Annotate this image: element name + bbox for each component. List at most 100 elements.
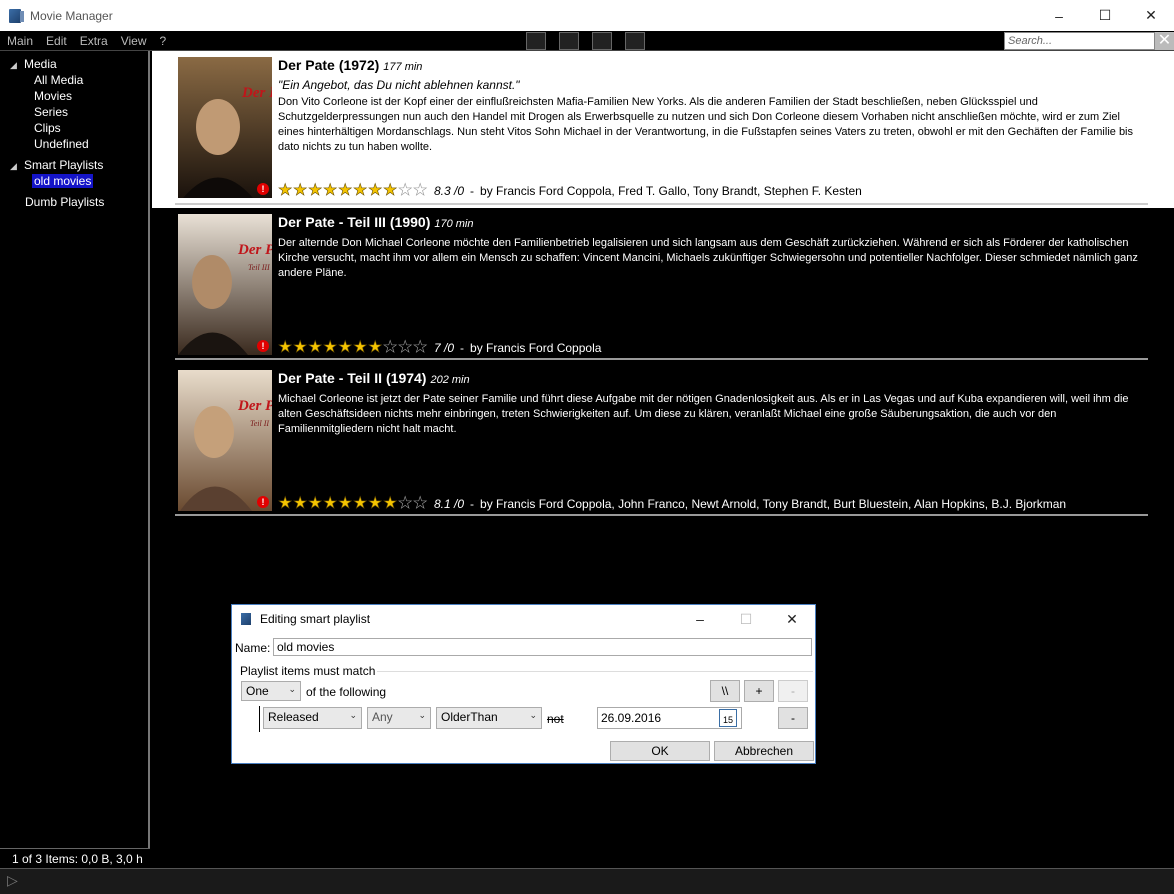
menu-help[interactable]: ? bbox=[153, 34, 173, 48]
tree-item-all-media[interactable]: All Media bbox=[34, 73, 83, 87]
remove-group-button: - bbox=[778, 680, 808, 702]
rating-stars[interactable]: ★ ★ ★ ★ ★ ★ ★ ★ ★ ★ bbox=[278, 339, 428, 356]
clear-search-icon[interactable]: ✕ bbox=[1155, 32, 1174, 50]
detail-view-icon[interactable] bbox=[592, 32, 612, 50]
star-filled-icon[interactable]: ★ bbox=[293, 495, 308, 512]
book-view-icon[interactable] bbox=[625, 32, 645, 50]
star-filled-icon[interactable]: ★ bbox=[353, 339, 368, 356]
dialog-close-button[interactable]: ✕ bbox=[769, 605, 815, 633]
not-checkbox-label[interactable]: not bbox=[547, 712, 564, 726]
grid-view-icon[interactable] bbox=[559, 32, 579, 50]
tree-item-clips[interactable]: Clips bbox=[34, 121, 61, 135]
maximize-button[interactable]: ☐ bbox=[1082, 0, 1128, 31]
star-filled-icon[interactable]: ★ bbox=[323, 182, 338, 199]
warning-badge-icon: ! bbox=[257, 496, 269, 508]
star-filled-icon[interactable]: ★ bbox=[383, 495, 398, 512]
poster-subtitle: Teil III bbox=[248, 263, 270, 272]
star-empty-icon[interactable]: ★ bbox=[398, 339, 413, 356]
play-icon[interactable]: ▷ bbox=[7, 872, 18, 889]
movie-credits: by Francis Ford Coppola, John Franco, Ne… bbox=[480, 497, 1067, 511]
menu-view[interactable]: View bbox=[114, 34, 153, 48]
name-field[interactable]: old movies bbox=[273, 638, 812, 656]
group-button[interactable]: \\ bbox=[710, 680, 740, 702]
menu-main[interactable]: Main bbox=[0, 34, 39, 48]
tree-media[interactable]: ◢ Media bbox=[10, 57, 57, 71]
group-label: Playlist items must match bbox=[240, 664, 376, 678]
star-filled-icon[interactable]: ★ bbox=[308, 339, 323, 356]
tree-item-undefined[interactable]: Undefined bbox=[34, 137, 89, 151]
movie-credits: by Francis Ford Coppola bbox=[470, 341, 602, 355]
star-filled-icon[interactable]: ★ bbox=[353, 182, 368, 199]
movie-description: Michael Corleone ist jetzt der Pate sein… bbox=[278, 393, 1129, 435]
group-line bbox=[377, 671, 813, 672]
chevron-down-icon: ⌄ bbox=[349, 710, 357, 720]
close-button[interactable]: ✕ bbox=[1128, 0, 1174, 31]
star-filled-icon[interactable]: ★ bbox=[338, 182, 353, 199]
remove-condition-button[interactable]: - bbox=[778, 707, 808, 729]
rating-stars[interactable]: ★ ★ ★ ★ ★ ★ ★ ★ ★ ★ bbox=[278, 182, 428, 199]
dialog-minimize-button[interactable]: – bbox=[677, 605, 723, 633]
chevron-down-icon: ⌄ bbox=[418, 710, 426, 720]
star-filled-icon[interactable]: ★ bbox=[353, 495, 368, 512]
star-filled-icon[interactable]: ★ bbox=[278, 339, 293, 356]
field-select[interactable]: Released ⌄ bbox=[263, 707, 362, 729]
star-filled-icon[interactable]: ★ bbox=[338, 339, 353, 356]
movie-poster: Der Pate ! bbox=[178, 57, 272, 198]
movie-item[interactable]: Der Pate ! Der Pate(1972)177 min "Ein An… bbox=[152, 51, 1174, 208]
tree-item-movies[interactable]: Movies bbox=[34, 89, 72, 103]
match-mode-select[interactable]: One ⌄ bbox=[241, 681, 301, 701]
menu-edit[interactable]: Edit bbox=[39, 34, 73, 48]
star-filled-icon[interactable]: ★ bbox=[323, 339, 338, 356]
rating-value: 8.3 /0 bbox=[434, 184, 465, 198]
calendar-icon[interactable]: 15 bbox=[719, 709, 737, 727]
star-filled-icon[interactable]: ★ bbox=[278, 495, 293, 512]
movie-tagline: "Ein Angebot, das Du nicht ablehnen kann… bbox=[278, 78, 520, 92]
cancel-button[interactable]: Abbrechen bbox=[714, 741, 814, 761]
star-empty-icon[interactable]: ★ bbox=[398, 495, 413, 512]
operator-select[interactable]: OlderThan ⌄ bbox=[436, 707, 542, 729]
star-filled-icon[interactable]: ★ bbox=[278, 182, 293, 199]
list-view-icon[interactable] bbox=[526, 32, 546, 50]
star-filled-icon[interactable]: ★ bbox=[293, 339, 308, 356]
expand-triangle-icon[interactable]: ◢ bbox=[10, 60, 24, 71]
star-filled-icon[interactable]: ★ bbox=[293, 182, 308, 199]
star-empty-icon[interactable]: ★ bbox=[413, 495, 428, 512]
movie-title: Der Pate - Teil II bbox=[278, 370, 382, 386]
tree-item-old-movies[interactable]: old movies bbox=[32, 174, 94, 188]
search-input[interactable]: Search... bbox=[1004, 32, 1155, 50]
movie-item[interactable]: Der Pate Teil III ! Der Pate - Teil III(… bbox=[152, 208, 1174, 360]
star-filled-icon[interactable]: ★ bbox=[308, 495, 323, 512]
poster-title: Der Pate bbox=[237, 398, 272, 414]
poster-subtitle: Teil II bbox=[250, 419, 269, 428]
star-empty-icon[interactable]: ★ bbox=[398, 182, 413, 199]
star-filled-icon[interactable]: ★ bbox=[338, 495, 353, 512]
star-empty-icon[interactable]: ★ bbox=[413, 339, 428, 356]
star-empty-icon[interactable]: ★ bbox=[413, 182, 428, 199]
status-bar: 1 of 3 Items: 0,0 B, 3,0 h bbox=[0, 848, 150, 868]
movie-description: Der alternde Don Michael Corleone möchte… bbox=[278, 237, 1138, 279]
star-empty-icon[interactable]: ★ bbox=[383, 339, 398, 356]
menu-extra[interactable]: Extra bbox=[73, 34, 114, 48]
movie-item[interactable]: Der Pate Teil II ! Der Pate - Teil II(19… bbox=[152, 364, 1174, 516]
tree-dumb-playlists[interactable]: Dumb Playlists bbox=[25, 195, 104, 209]
add-condition-button[interactable]: + bbox=[744, 680, 774, 702]
star-filled-icon[interactable]: ★ bbox=[383, 182, 398, 199]
star-filled-icon[interactable]: ★ bbox=[368, 339, 383, 356]
scope-select[interactable]: Any ⌄ bbox=[367, 707, 431, 729]
star-filled-icon[interactable]: ★ bbox=[368, 495, 383, 512]
expand-triangle-icon[interactable]: ◢ bbox=[10, 161, 24, 172]
poster-title: Der Pate bbox=[241, 85, 272, 101]
ok-button[interactable]: OK bbox=[610, 741, 710, 761]
movie-description: Don Vito Corleone ist der Kopf einer der… bbox=[278, 96, 1134, 153]
movie-year: (1974) bbox=[386, 370, 427, 386]
dialog-maximize-button: ☐ bbox=[739, 610, 753, 627]
star-filled-icon[interactable]: ★ bbox=[308, 182, 323, 199]
star-filled-icon[interactable]: ★ bbox=[368, 182, 383, 199]
tree-item-series[interactable]: Series bbox=[34, 105, 68, 119]
minimize-button[interactable]: – bbox=[1036, 0, 1082, 31]
rating-stars[interactable]: ★ ★ ★ ★ ★ ★ ★ ★ ★ ★ bbox=[278, 495, 428, 512]
star-filled-icon[interactable]: ★ bbox=[323, 495, 338, 512]
movie-year: (1990) bbox=[389, 214, 431, 230]
tree-smart-playlists[interactable]: ◢ Smart Playlists bbox=[10, 158, 103, 172]
chevron-down-icon: ⌄ bbox=[529, 710, 537, 720]
